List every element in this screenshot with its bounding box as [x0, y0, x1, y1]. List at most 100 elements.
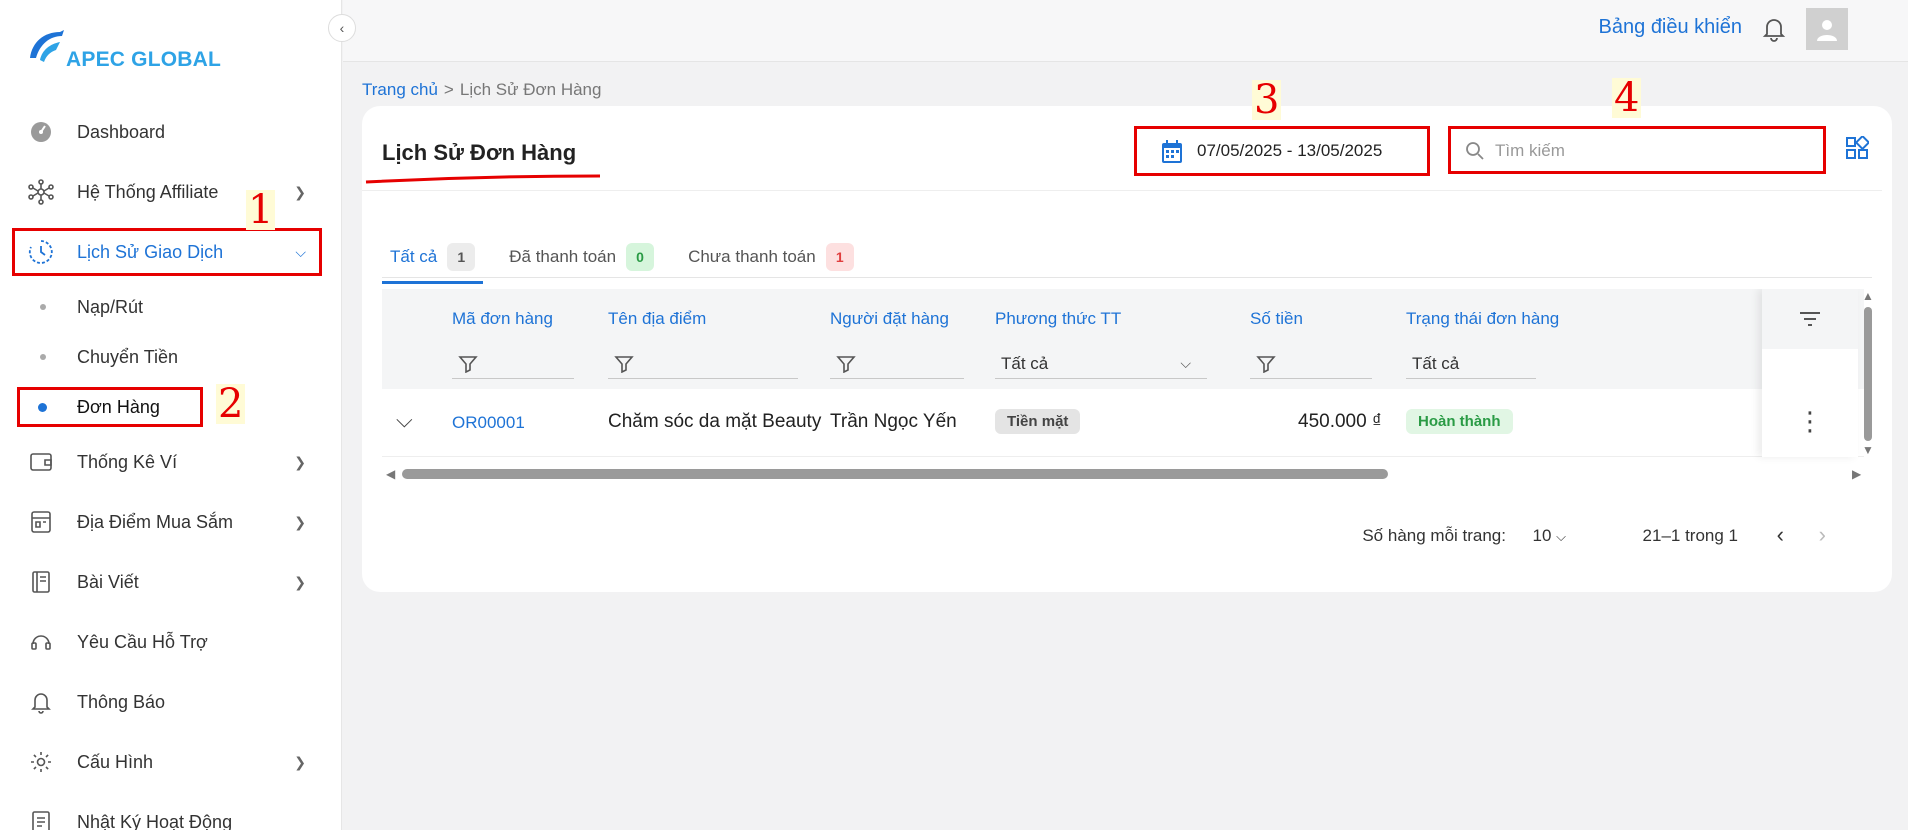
- tab-paid[interactable]: Đã thanh toán 0: [501, 232, 662, 282]
- filter-icon: [458, 355, 478, 373]
- annotation-label-1: 1: [246, 187, 276, 233]
- brand-logo[interactable]: APEC GLOBAL: [26, 26, 226, 76]
- filter-amount[interactable]: [1250, 349, 1372, 379]
- filter-icon: [1256, 355, 1276, 373]
- tab-count-badge: 1: [825, 243, 854, 271]
- sidebar-item-posts[interactable]: Bài Viết ❯: [12, 558, 320, 606]
- filter-select-value: Tất cả: [1001, 353, 1049, 373]
- tab-label: Chưa thanh toán: [688, 247, 816, 266]
- sidebar-item-shopping-locations[interactable]: Địa Điểm Mua Sắm ❯: [12, 498, 320, 546]
- avatar[interactable]: [1806, 8, 1848, 50]
- rows-per-page-select[interactable]: 10 ⌵: [1532, 526, 1566, 546]
- dashboard-link[interactable]: Bảng điều khiển: [1599, 16, 1742, 39]
- column-header-payment-method[interactable]: Phương thức TT: [995, 309, 1121, 329]
- filter-payment-method-select[interactable]: Tất cả ⌵: [995, 349, 1207, 379]
- cell-location: Chăm sóc da mặt Beauty: [608, 411, 822, 432]
- scroll-up-arrow-icon[interactable]: ▲: [1862, 289, 1872, 303]
- sidebar-item-label: Yêu Cầu Hỗ Trợ: [77, 631, 208, 652]
- next-page-button[interactable]: ›: [1819, 522, 1826, 548]
- column-header-order-id[interactable]: Mã đơn hàng: [452, 309, 553, 329]
- page-title: Lịch Sử Đơn Hàng: [382, 140, 577, 165]
- tab-count-badge: 1: [447, 243, 476, 271]
- sidebar-item-dashboard[interactable]: Dashboard: [12, 108, 320, 156]
- search-field[interactable]: [1448, 126, 1826, 174]
- tab-all[interactable]: Tất cả 1: [382, 232, 484, 284]
- breadcrumb-current: Lịch Sử Đơn Hàng: [459, 80, 602, 99]
- status-tabs: Tất cả 1 Đã thanh toán 0 Chưa thanh toán…: [382, 232, 880, 284]
- sidebar-item-activity-log[interactable]: Nhật Ký Hoạt Động: [12, 798, 320, 830]
- bullet-icon: [40, 304, 46, 310]
- actions-column: ⋮: [1762, 289, 1858, 457]
- store-icon: [28, 509, 54, 535]
- view-grid-icon[interactable]: [1845, 134, 1871, 165]
- column-header-customer[interactable]: Người đặt hàng: [830, 309, 949, 329]
- date-range-value: 07/05/2025 - 13/05/2025: [1197, 141, 1383, 160]
- chevron-left-icon: ‹: [339, 20, 345, 36]
- date-range-picker[interactable]: 07/05/2025 - 13/05/2025: [1134, 126, 1430, 176]
- horizontal-scrollbar[interactable]: ◀ ▶: [382, 465, 1872, 483]
- sidebar-collapse-button[interactable]: ‹: [328, 14, 356, 42]
- sidebar-item-label: Lịch Sử Giao Dịch: [77, 241, 224, 262]
- filter-location[interactable]: [608, 349, 798, 379]
- search-icon: [1465, 141, 1485, 166]
- scroll-down-arrow-icon[interactable]: ▼: [1862, 443, 1872, 457]
- previous-page-button[interactable]: ‹: [1777, 522, 1784, 548]
- filter-status-select[interactable]: Tất cả: [1406, 349, 1536, 379]
- cell-customer: Trần Ngọc Yến: [830, 411, 957, 432]
- annotation-label-2: 2: [216, 381, 246, 427]
- sidebar-item-wallet-stats[interactable]: Thống Kê Ví ❯: [12, 438, 320, 486]
- chevron-right-icon: ❯: [294, 573, 306, 590]
- annotation-label-4: 4: [1612, 75, 1642, 121]
- filter-order-id[interactable]: [452, 349, 574, 379]
- breadcrumb-home-link[interactable]: Trang chủ: [362, 80, 438, 100]
- pagination-range: 21–1 trong 1: [1642, 526, 1738, 545]
- tab-count-badge: 0: [626, 243, 655, 271]
- scrollbar-thumb[interactable]: [402, 469, 1388, 479]
- chevron-right-icon: ❯: [294, 453, 306, 470]
- breadcrumb-separator: >: [443, 80, 454, 99]
- scrollbar-thumb[interactable]: [1864, 307, 1872, 441]
- column-header-amount[interactable]: Số tiền: [1250, 309, 1303, 329]
- filter-customer[interactable]: [830, 349, 964, 379]
- expand-row-chevron-icon[interactable]: ⌵: [396, 407, 413, 433]
- order-id-link[interactable]: OR00001: [452, 413, 525, 433]
- network-icon: [28, 179, 54, 205]
- sidebar-item-label: Nhật Ký Hoạt Động: [77, 811, 233, 830]
- sidebar-item-transaction-history[interactable]: Lịch Sử Giao Dịch ⌵: [12, 228, 320, 276]
- sidebar-item-label: Dashboard: [77, 121, 166, 142]
- sidebar-item-settings[interactable]: Cấu Hình ❯: [12, 738, 320, 786]
- search-input[interactable]: [1495, 137, 1795, 165]
- filter-icon: [836, 355, 856, 373]
- calendar-icon: [1161, 140, 1183, 169]
- sidebar-item-label: Thông Báo: [77, 691, 166, 712]
- orders-table: Mã đơn hàng Tên địa điểm Người đặt hàng …: [382, 289, 1872, 499]
- chevron-right-icon: ❯: [294, 183, 306, 200]
- vertical-scrollbar[interactable]: ▲ ▼: [1862, 289, 1872, 459]
- history-icon: [28, 239, 54, 265]
- tab-label: Đã thanh toán: [509, 247, 617, 266]
- notebook-icon: [28, 569, 54, 595]
- notification-bell-icon[interactable]: [1760, 14, 1788, 42]
- scroll-left-arrow-icon[interactable]: ◀: [386, 467, 395, 481]
- sidebar-subitem-label: Đơn Hàng: [77, 396, 160, 417]
- scroll-right-arrow-icon[interactable]: ▶: [1852, 467, 1861, 481]
- bullet-icon: [40, 354, 46, 360]
- payment-method-badge: Tiền mặt: [995, 409, 1081, 434]
- user-icon: [1817, 20, 1837, 41]
- tab-unpaid[interactable]: Chưa thanh toán 1: [680, 232, 862, 282]
- sidebar-item-support[interactable]: Yêu Cầu Hỗ Trợ: [12, 618, 320, 666]
- column-header-status[interactable]: Trạng thái đơn hàng: [1406, 309, 1559, 329]
- filter-select-value: Tất cả: [1412, 353, 1460, 373]
- sidebar-item-label: Địa Điểm Mua Sắm: [77, 511, 234, 532]
- column-settings-icon[interactable]: [1762, 289, 1858, 349]
- log-icon: [28, 809, 54, 830]
- filter-icon: [614, 355, 634, 373]
- sidebar-item-notifications[interactable]: Thông Báo: [12, 678, 320, 726]
- logo-text: APEC GLOBAL: [66, 48, 222, 71]
- tab-label: Tất cả: [390, 247, 438, 266]
- table-row[interactable]: ⌵ OR00001 Chăm sóc da mặt Beauty Trần Ng…: [382, 389, 1864, 457]
- bell-icon: [28, 689, 54, 715]
- row-actions-more-icon[interactable]: ⋮: [1762, 401, 1858, 441]
- column-header-location[interactable]: Tên địa điểm: [608, 309, 706, 329]
- chevron-down-icon: ⌵: [1180, 355, 1191, 371]
